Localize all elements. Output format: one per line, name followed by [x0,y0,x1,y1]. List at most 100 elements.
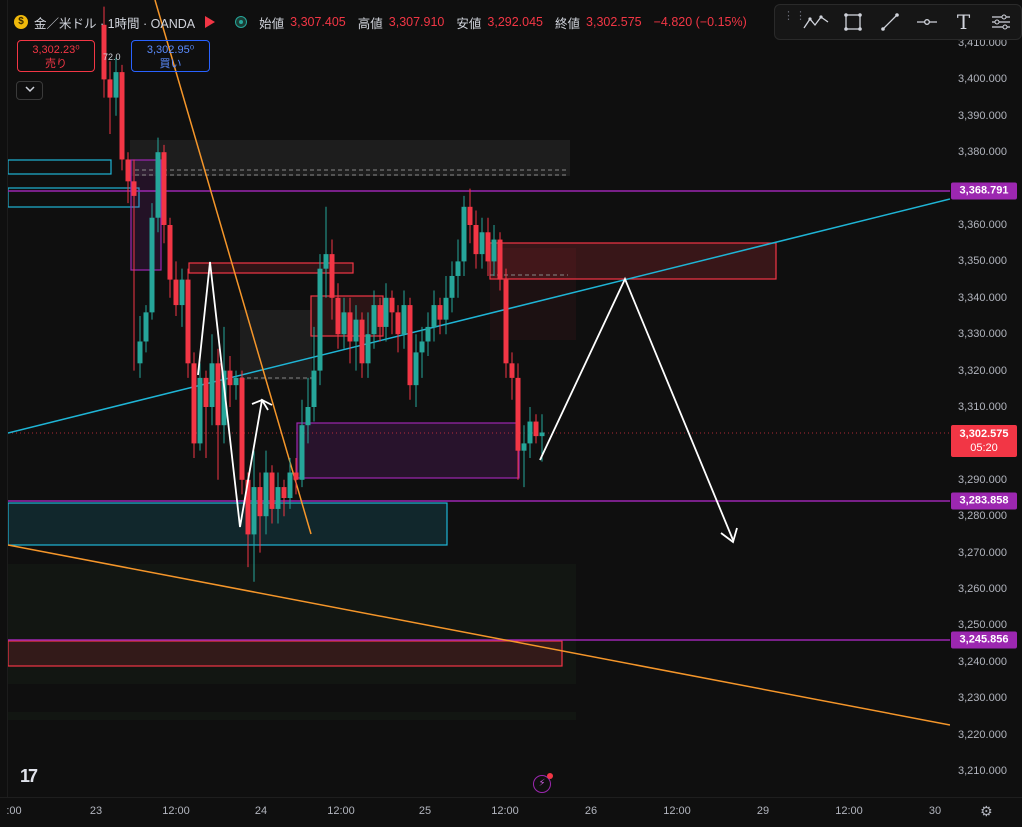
price-tick-label: 3,290.000 [958,473,1007,486]
symbol-title[interactable]: 金／米ドル · 1時間 · OANDA [34,13,195,32]
trend-pattern-icon[interactable] [797,7,834,37]
candle-body [179,279,185,306]
candle-body [515,377,521,451]
candle-body [107,79,113,98]
candle-body [431,305,437,327]
chart-pane[interactable] [8,0,950,797]
time-tick-label: 12:00 [327,805,355,817]
candle-body [491,239,497,262]
chart-window: 3,410.0003,400.0003,390.0003,380.0003,37… [0,0,1022,827]
text-icon[interactable]: T [945,7,982,37]
candle-body [239,377,245,480]
zone-green-strip [8,712,576,720]
price-tick-label: 3,400.000 [958,73,1007,86]
zone-grey-mid [240,310,312,380]
candle-body [437,305,443,320]
candle-body [461,206,467,262]
collapse-chevron-icon[interactable] [16,81,43,100]
time-tick-label: 23 [89,805,103,817]
demand-zone-cyan [8,502,448,546]
time-tick-label: 26 [584,805,598,817]
time-tick-label: 30 [928,805,942,817]
candle-body [413,352,419,386]
sell-button[interactable]: 3,302.23⁰ 売り [17,40,95,72]
flag-icon[interactable] [205,16,216,28]
price-tick-label: 3,220.000 [958,728,1007,741]
candle-body [425,326,431,342]
candle-body [185,279,191,364]
rectangle-icon[interactable] [834,7,871,37]
gear-icon[interactable]: ⚙ [980,803,993,820]
candle-body [149,217,155,313]
candle-body [449,275,455,298]
candle-body [371,305,377,335]
candle-body [161,152,167,225]
price-tick-label: 3,230.000 [958,692,1007,705]
zone-purple-mid [296,422,520,479]
candle-body [359,319,365,364]
candle-body [503,279,509,364]
time-tick-label: 24 [254,805,268,817]
trend-line-icon[interactable] [871,7,908,37]
time-tick-label: 12:00 [663,805,691,817]
price-tick-label: 3,340.000 [958,291,1007,304]
time-tick-label: :00 [6,805,22,817]
buy-label: 買い [159,58,182,70]
horizontal-ray-icon[interactable] [908,7,945,37]
candle-body [443,297,449,320]
market-status-icon[interactable] [235,16,248,28]
zone-red-bottom [8,640,563,667]
candle-body [497,239,503,280]
candle-body [281,487,287,498]
close-value: 3,302.575 [586,15,642,29]
candle-body [485,232,491,262]
time-tick-label: 12:00 [162,805,190,817]
candle-body [521,443,527,451]
candle-body [401,305,407,335]
candle-body [209,363,215,407]
buy-button[interactable]: 3,302.95⁰ 買い [131,40,210,72]
candle-body [227,370,233,386]
candle-body [155,152,161,218]
price-tick-label: 3,320.000 [958,364,1007,377]
candle-body [419,341,425,353]
price-tag-level-2: 3,283.858 [951,492,1017,510]
left-edge [0,0,8,827]
toolbar-drag-handle-icon[interactable]: ⋮⋮ [783,11,806,32]
settings-sliders-icon[interactable] [982,7,1019,37]
price-tick-label: 3,240.000 [958,655,1007,668]
price-tick-label: 3,210.000 [958,765,1007,777]
tradingview-logo-icon[interactable]: 17 [20,766,38,787]
candle-body [323,254,329,269]
candle-body [335,297,341,335]
candle-body [299,425,305,480]
candle-body [347,312,353,342]
time-tick-label: 25 [418,805,432,817]
price-tag-level-1: 3,368.791 [951,182,1017,200]
sell-label: 売り [45,58,67,70]
buy-price: 3,302.95⁰ [146,44,195,56]
candle-body [113,72,119,98]
candle-body [137,341,143,364]
candle-body [365,334,371,364]
candle-body [533,421,539,437]
high-value: 3,307.910 [388,15,445,29]
price-tick-label: 3,310.000 [958,401,1007,413]
price-tick-label: 3,390.000 [958,109,1007,122]
supply-zone-red [489,242,777,280]
candle-body [257,487,263,517]
lightning-alert-icon[interactable]: ⚡ [533,773,553,793]
price-tag-level-3: 3,245.856 [951,631,1017,649]
spread-value: 72.0 [103,52,121,62]
candle-body [275,487,281,509]
candle-body [263,472,269,517]
zone-grey-top [130,140,570,176]
candle-body [317,268,323,371]
candle-body [467,206,473,225]
chart-canvas[interactable] [8,0,950,797]
candle-body [473,225,479,255]
candle-body [527,421,533,444]
candle-body [233,377,239,386]
price-tick-label: 3,360.000 [958,219,1007,231]
candle-body [131,181,137,196]
